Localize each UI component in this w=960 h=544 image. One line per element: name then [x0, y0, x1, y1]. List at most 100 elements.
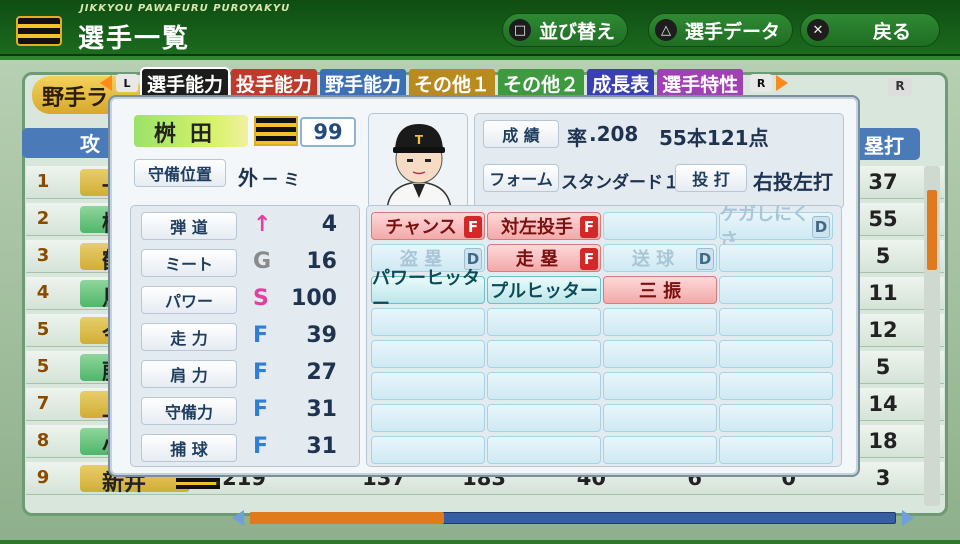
skill-cell-empty	[371, 372, 485, 400]
ability-rank: F	[253, 360, 269, 385]
tab-2[interactable]: 投手能力	[231, 69, 318, 97]
tab-prev-icon[interactable]	[100, 75, 112, 91]
game-screen: { "header": { "subtitle": "JIKKYOU PAWAF…	[0, 0, 960, 544]
skill-cell-empty	[719, 404, 833, 432]
row-total-bases: 3	[875, 466, 891, 490]
player-face-icon: T	[368, 113, 468, 209]
tab-5[interactable]: その他２	[498, 69, 585, 97]
row-number: 1	[36, 171, 50, 192]
ability-label: 捕 球	[141, 434, 237, 462]
skill-cell-empty	[371, 308, 485, 336]
ability-rank: ↑	[253, 212, 272, 237]
skill-cell-empty	[371, 436, 485, 464]
ability-rank: F	[253, 397, 269, 422]
skill-cell-empty	[719, 244, 833, 272]
vertical-scrollbar[interactable]	[924, 166, 940, 506]
skill-cell-empty	[719, 276, 833, 304]
scroll-right-icon[interactable]	[902, 510, 914, 526]
skill-grade-badge: F	[580, 248, 598, 270]
ability-row: 肩 力 F 27	[141, 360, 353, 390]
ability-value: 39	[306, 323, 337, 348]
position-label: 守備位置	[134, 159, 226, 187]
tab-1[interactable]: 選手能力	[139, 67, 231, 99]
record-avg: .208	[589, 122, 639, 146]
form-label: フォーム	[483, 164, 559, 192]
row-total-bases: 11	[868, 281, 898, 305]
ability-row: 捕 球 F 31	[141, 434, 353, 464]
row-number: 7	[36, 393, 50, 414]
row-total-bases: 37	[868, 170, 898, 194]
game-subtitle: JIKKYOU PAWAFURU PUROYAKYU	[80, 3, 291, 14]
row-number: 9	[36, 467, 50, 488]
skill-cell-empty	[719, 308, 833, 336]
ability-rank: G	[253, 249, 272, 274]
ability-value: 100	[291, 286, 337, 311]
sort-button-label: 並び替え	[539, 20, 616, 43]
triangle-button-icon: △	[655, 19, 677, 41]
scroll-thumb[interactable]	[927, 190, 937, 270]
skill-grade-badge: F	[580, 216, 598, 238]
skill-cell-empty	[603, 372, 717, 400]
ability-label: 弾 道	[141, 212, 237, 240]
row-total-bases: 18	[868, 429, 898, 453]
player-detail-panel: 桝田 99 守備位置 外 ー ミ T 成 績 率 .208 55本121点 フォ…	[110, 97, 858, 475]
team-logo-icon	[254, 116, 298, 146]
skill-grade-badge: F	[464, 216, 482, 238]
ability-label: パワー	[141, 286, 237, 314]
skill-cell: 三 振	[603, 276, 717, 304]
horizontal-scrollbar[interactable]	[232, 510, 914, 526]
player-data-button[interactable]: △ 選手データ	[648, 13, 794, 47]
tab-next-icon[interactable]	[776, 75, 789, 91]
row-number: 5	[36, 356, 50, 377]
row-number: 2	[36, 208, 50, 229]
team-logo-icon	[16, 16, 62, 46]
tab-3[interactable]: 野手能力	[320, 69, 407, 97]
ability-row: パワー S 100	[141, 286, 353, 316]
player-stats-box: 成 績 率 .208 55本121点 フォーム スタンダード１３３ 投 打 右投…	[474, 113, 844, 209]
row-total-bases: 14	[868, 392, 898, 416]
tab-6[interactable]: 成長表	[587, 69, 655, 97]
position-value: 外	[238, 166, 258, 190]
tab-7[interactable]: 選手特性	[657, 69, 744, 97]
tab-4[interactable]: その他１	[409, 69, 496, 97]
ability-value: 31	[306, 397, 337, 422]
ability-value: 4	[321, 212, 337, 237]
back-button[interactable]: ✕ 戻る	[800, 13, 940, 47]
skill-cell-empty	[603, 212, 717, 240]
skill-cell-empty	[487, 308, 601, 336]
r-button[interactable]: R	[750, 74, 773, 92]
skill-cell-empty	[603, 340, 717, 368]
ability-label: 肩 力	[141, 360, 237, 388]
skill-name: チャンス	[385, 217, 457, 238]
scroll-left-icon[interactable]	[232, 510, 244, 526]
skill-cell-empty	[487, 372, 601, 400]
skill-cell-empty	[487, 404, 601, 432]
player-data-button-label: 選手データ	[685, 20, 781, 43]
skill-grade-badge: D	[812, 216, 830, 238]
list-r-button[interactable]: R	[888, 78, 912, 96]
throw-bat-value: 右投左打	[753, 170, 833, 194]
skill-cell-empty	[719, 372, 833, 400]
record-hr-rbi: 55本121点	[659, 126, 769, 150]
ability-row: ミート G 16	[141, 249, 353, 279]
ability-label: 走 力	[141, 323, 237, 351]
row-total-bases: 12	[868, 318, 898, 342]
l-button[interactable]: L	[116, 74, 138, 92]
skill-grade-badge: D	[696, 248, 714, 270]
skill-cell: プルヒッター	[487, 276, 601, 304]
skill-cell: 送 球D	[603, 244, 717, 272]
skill-cell: チャンス F	[371, 212, 485, 240]
header-bar: JIKKYOU PAWAFURU PUROYAKYU 選手一覧 □ 並び替え △ 選…	[0, 0, 960, 56]
row-number: 4	[36, 282, 50, 303]
tab-list: 選手能力 投手能力 野手能力 その他１ その他２ 成長表 選手特性	[139, 67, 746, 99]
skill-name: 対左投手	[501, 217, 573, 238]
ability-label: 守備力	[141, 397, 237, 425]
ability-value: 16	[306, 249, 337, 274]
skill-cell: 走 塁F	[487, 244, 601, 272]
sort-button[interactable]: □ 並び替え	[502, 13, 629, 47]
skill-cell: パワーヒッター	[371, 268, 485, 315]
skill-cell-empty	[371, 340, 485, 368]
player-name: 桝田	[134, 115, 248, 147]
ability-rank: F	[253, 323, 269, 348]
record-label: 成 績	[483, 120, 559, 148]
